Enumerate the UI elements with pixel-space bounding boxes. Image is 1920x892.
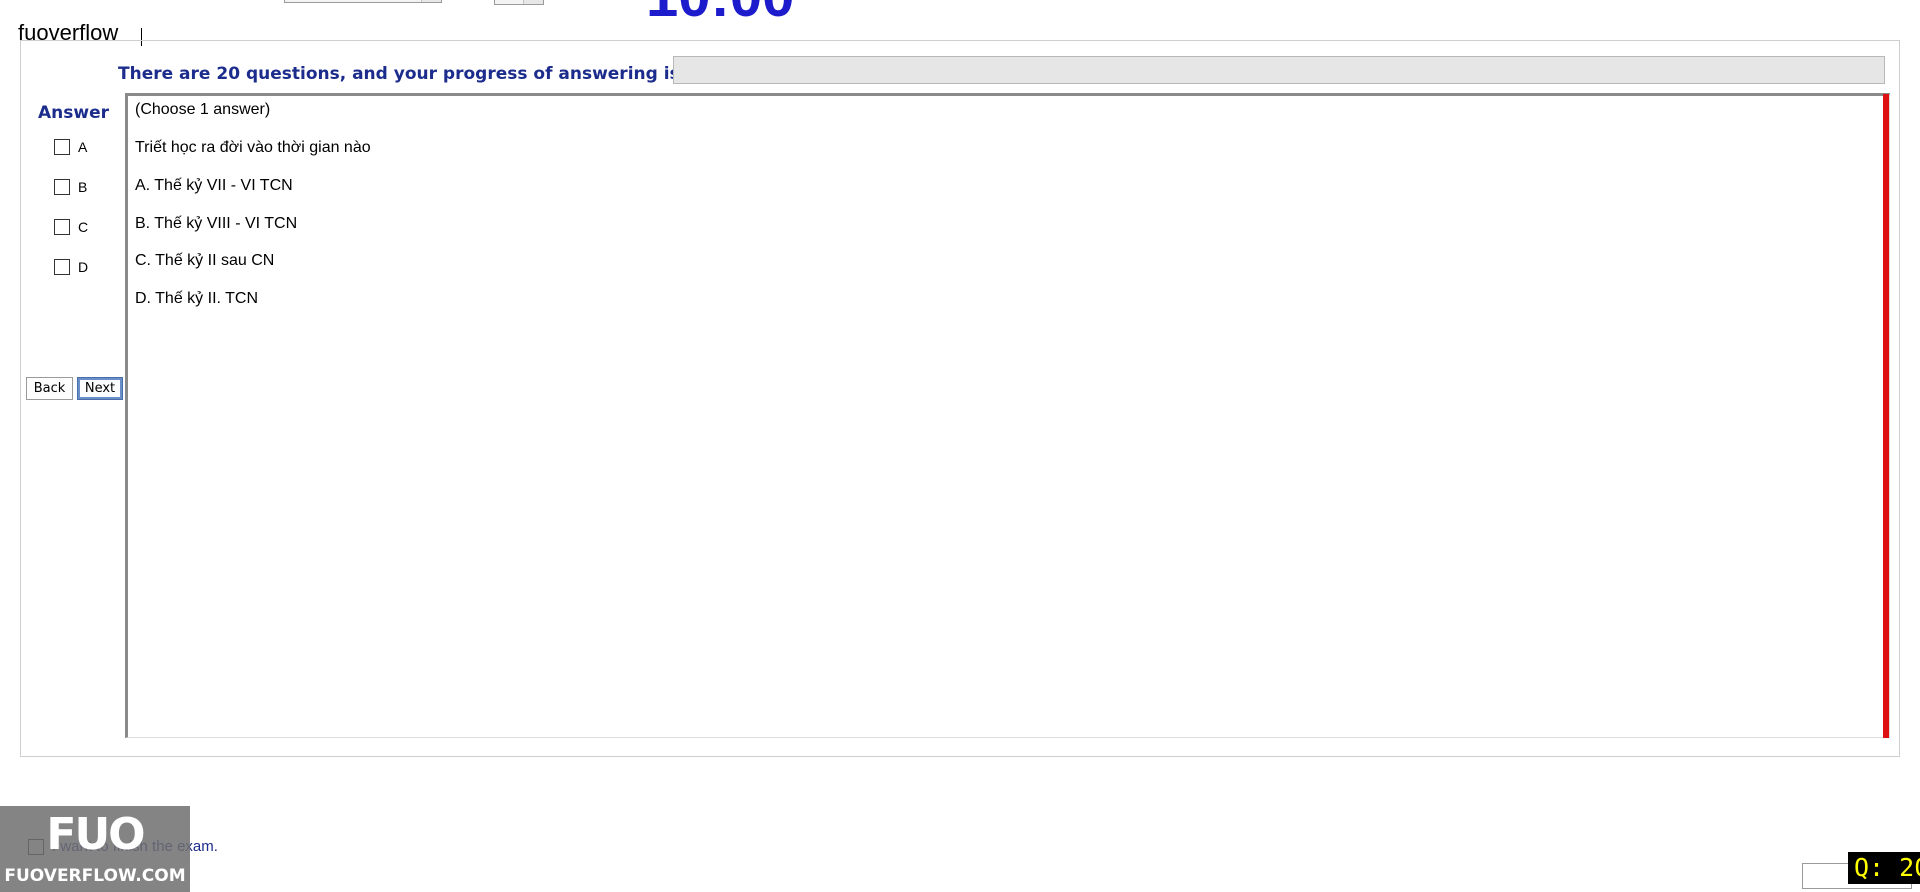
question-choice-b: B. Thế kỷ VIII - VI TCN (135, 215, 298, 232)
scroll-indicator[interactable] (1883, 94, 1889, 738)
watermark: FUO FUOVERFLOW.COM (0, 806, 190, 892)
watermark-text: FUOVERFLOW.COM (4, 866, 186, 886)
countdown-timer: 10:00 (646, 0, 794, 26)
answer-option-c[interactable]: C (54, 219, 88, 235)
answer-option-label: A (78, 139, 88, 155)
question-instruction: (Choose 1 answer) (135, 101, 271, 118)
answer-option-label: C (78, 219, 89, 235)
question-panel (125, 93, 1890, 738)
next-button[interactable]: Next (77, 377, 123, 400)
question-choice-c: C. Thế kỷ II sau CN (135, 252, 275, 269)
checkbox[interactable] (54, 179, 70, 195)
back-button[interactable]: Back (26, 377, 73, 400)
question-text: Triết học ra đời vào thời gian nào (135, 139, 371, 156)
answer-panel-title: Answer (38, 103, 109, 123)
answer-option-b[interactable]: B (54, 179, 87, 195)
question-counter: Q: 20 (1848, 852, 1920, 884)
progress-label: There are 20 questions, and your progres… (118, 64, 680, 84)
answer-option-a[interactable]: A (54, 139, 87, 155)
question-choice-a: A. Thế kỷ VII - VI TCN (135, 177, 293, 194)
dropdown-arrow-icon (421, 0, 441, 2)
watermark-logo: FUO (46, 809, 145, 860)
answer-option-label: D (78, 259, 89, 275)
exam-code-select[interactable] (284, 0, 442, 3)
font-size-select[interactable] (494, 0, 544, 5)
progress-bar (673, 56, 1885, 84)
answer-option-label: B (78, 179, 88, 195)
question-choice-d: D. Thế kỷ II. TCN (135, 290, 258, 307)
dropdown-arrow-icon (523, 0, 543, 4)
checkbox[interactable] (54, 219, 70, 235)
checkbox[interactable] (54, 139, 70, 155)
answer-option-d[interactable]: D (54, 259, 88, 275)
checkbox[interactable] (54, 259, 70, 275)
